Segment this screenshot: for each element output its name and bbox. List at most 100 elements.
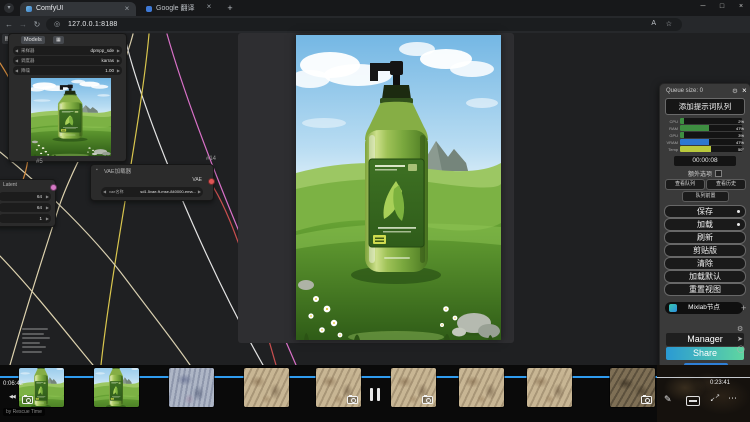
tab-close-icon[interactable]: × bbox=[204, 2, 214, 11]
gear-icon[interactable]: ⚙ bbox=[732, 87, 738, 95]
url-input[interactable]: ◎ 127.0.0.1:8188 A ☆ bbox=[46, 18, 682, 31]
view-queue-button[interactable]: 查看队列 bbox=[665, 179, 705, 190]
elapsed-time: 00:00:08 bbox=[674, 156, 736, 166]
stepper-right-icon[interactable]: ▶ bbox=[46, 214, 49, 223]
new-tab-button[interactable]: + bbox=[224, 2, 236, 14]
ram-stat-row: RAM 47% bbox=[662, 125, 746, 131]
widget-label: 降噪 bbox=[21, 66, 30, 75]
refresh-button[interactable]: 刷新 bbox=[664, 231, 746, 244]
camera-icon[interactable] bbox=[422, 396, 433, 404]
expand-icon[interactable]: ↗ ↙ bbox=[710, 393, 720, 403]
queue-front-button[interactable]: 队列前置 bbox=[682, 191, 729, 202]
image-preview-panel[interactable] bbox=[238, 33, 514, 343]
stat-bar bbox=[680, 118, 742, 124]
tab-close-icon[interactable]: × bbox=[122, 2, 132, 16]
stepper-right-icon[interactable]: ▶ bbox=[46, 203, 49, 212]
translate-icon[interactable]: A bbox=[651, 20, 656, 27]
vae-output-label: VAE bbox=[192, 177, 202, 183]
clipspace-button[interactable]: 剪贴版 bbox=[664, 244, 746, 257]
pause-icon[interactable] bbox=[370, 388, 380, 401]
node-id-label: #5 bbox=[36, 159, 43, 165]
vae-loader-node[interactable]: ▪ VAE加载器 VAE ◀ vae名称 sd1.5vae-ft-mse-840… bbox=[90, 164, 214, 201]
vae-output-dot[interactable] bbox=[208, 178, 215, 185]
stat-label: RAM bbox=[662, 126, 678, 131]
scheduler-widget[interactable]: ◀ 调度器 karras ▶ bbox=[13, 56, 122, 65]
stepper-left-icon[interactable]: ◀ bbox=[15, 56, 18, 65]
comfyui-favicon bbox=[26, 6, 32, 12]
tab-search-icon[interactable]: ▾ bbox=[4, 3, 14, 13]
stepper-right-icon[interactable]: ▶ bbox=[117, 66, 120, 75]
stepper-right-icon[interactable]: ▶ bbox=[198, 187, 201, 197]
pencil-icon[interactable]: ✎ bbox=[664, 394, 672, 405]
send-icon[interactable]: ➤ bbox=[737, 335, 743, 343]
stepper-left-icon[interactable]: ◀ bbox=[15, 66, 18, 75]
add-node-plus-icon[interactable]: + bbox=[741, 303, 746, 313]
latent-node[interactable]: Latent 64 ▶ 64 ▶ 1 ▶ bbox=[0, 179, 56, 227]
close-icon[interactable]: × bbox=[742, 86, 747, 95]
latent-height-widget[interactable]: 64 ▶ bbox=[0, 203, 51, 212]
model-node[interactable]: Models ▦ ◀ 采样器 dpmpp_sde ▶ ◀ 调度器 karras … bbox=[8, 33, 127, 162]
timeline-thumbnail-7[interactable] bbox=[459, 368, 504, 407]
film-frame-icon[interactable] bbox=[686, 396, 700, 406]
collapse-icon[interactable]: ▪ bbox=[96, 167, 98, 173]
camera-icon[interactable] bbox=[641, 396, 652, 404]
timeline-thumbnail-4[interactable] bbox=[244, 368, 289, 407]
extra-options-label: 额外选项 bbox=[688, 172, 712, 178]
forward-icon[interactable]: → bbox=[17, 19, 29, 30]
more-icon[interactable]: ⋯ bbox=[728, 393, 737, 404]
stepper-right-icon[interactable]: ▶ bbox=[117, 56, 120, 65]
queue-prompt-button[interactable]: 添加提示词队列 bbox=[665, 98, 745, 115]
stepper-left-icon[interactable]: ◀ bbox=[15, 46, 18, 55]
reset-view-button[interactable]: 重置视图 bbox=[664, 283, 746, 296]
mixlab-nodes-button[interactable]: Mixlab节点 bbox=[665, 302, 743, 314]
latent-width-widget[interactable]: 64 ▶ bbox=[0, 192, 51, 201]
reload-icon[interactable]: ↻ bbox=[31, 19, 43, 30]
extra-options-checkbox[interactable] bbox=[715, 170, 722, 177]
image-tab-icon[interactable]: ▦ bbox=[53, 36, 64, 44]
site-info-icon[interactable]: ◎ bbox=[54, 20, 60, 28]
load-button[interactable]: 加载 bbox=[664, 218, 746, 231]
rewind-icon[interactable]: ◀◀ bbox=[9, 394, 15, 400]
button-label: 保存 bbox=[697, 207, 713, 216]
window-minimize-button[interactable]: ─ bbox=[694, 0, 712, 14]
node-graph-canvas[interactable]: ▤ ▾ Models ▦ ◀ 采样器 dpmpp_sde ▶ ◀ 调度器 kar… bbox=[0, 33, 750, 365]
load-default-button[interactable]: 加载默认 bbox=[664, 270, 746, 283]
stat-value: 3% bbox=[738, 133, 744, 138]
stepper-right-icon[interactable]: ▶ bbox=[46, 192, 49, 201]
timeline-thumbnail-8[interactable] bbox=[527, 368, 572, 407]
sampler-widget[interactable]: ◀ 采样器 dpmpp_sde ▶ bbox=[13, 46, 122, 55]
stepper-left-icon[interactable]: ◀ bbox=[103, 187, 106, 197]
back-icon[interactable]: ← bbox=[3, 19, 15, 30]
tab-comfyui[interactable]: ComfyUI × bbox=[20, 2, 136, 16]
denoise-widget[interactable]: ◀ 降噪 1.00 ▶ bbox=[13, 66, 122, 75]
latent-output-dot[interactable] bbox=[50, 184, 57, 191]
timeline-thumbnail-2[interactable] bbox=[94, 368, 139, 407]
model-node-tab[interactable]: Models bbox=[21, 36, 45, 44]
stepper-right-icon[interactable]: ▶ bbox=[117, 46, 120, 55]
camera-icon[interactable] bbox=[22, 396, 33, 404]
manager-button[interactable]: Manager bbox=[666, 333, 744, 346]
view-history-button[interactable]: 查看历史 bbox=[706, 179, 746, 190]
bookmark-star-icon[interactable]: ☆ bbox=[666, 20, 672, 28]
camera-icon[interactable] bbox=[347, 396, 358, 404]
widget-label: 调度器 bbox=[21, 56, 35, 65]
save-button[interactable]: 保存 bbox=[664, 205, 746, 218]
circle-icon[interactable]: ◯ bbox=[737, 345, 745, 353]
clear-button[interactable]: 清除 bbox=[664, 257, 746, 270]
share-button[interactable]: Share bbox=[666, 347, 744, 360]
timeline-thumbnail-5[interactable] bbox=[316, 368, 361, 407]
browser-tab-strip: ▾ ComfyUI × Google 翻译 × + ─ □ × bbox=[0, 0, 750, 16]
timeline-thumbnail-1[interactable] bbox=[19, 368, 64, 407]
timeline-thumbnail-3[interactable] bbox=[169, 368, 214, 407]
timeline-thumbnail-9[interactable] bbox=[610, 368, 655, 407]
window-close-button[interactable]: × bbox=[732, 0, 750, 14]
google-translate-favicon bbox=[146, 6, 152, 12]
notification-dot bbox=[737, 210, 740, 213]
timeline-thumbnail-6[interactable] bbox=[391, 368, 436, 407]
vae-name-widget[interactable]: ◀ vae名称 sd1.5vae-ft-mse-840000-ema... ▶ bbox=[101, 187, 203, 197]
thumbnail-image bbox=[94, 368, 139, 407]
latent-batch-widget[interactable]: 1 ▶ bbox=[0, 214, 51, 223]
window-maximize-button[interactable]: □ bbox=[713, 0, 731, 14]
settings-gear-icon[interactable]: ⚙ bbox=[737, 325, 743, 333]
cpu-stat-row: CPU 2% bbox=[662, 118, 746, 124]
